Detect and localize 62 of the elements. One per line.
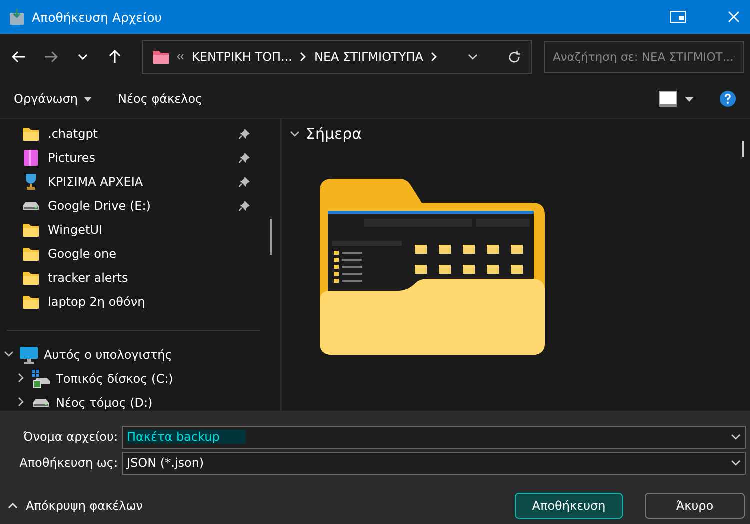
up-arrow-icon [109, 50, 121, 64]
window-mode-icon[interactable] [670, 11, 686, 23]
chevron-down-icon [78, 54, 88, 60]
sidebar-item[interactable]: .chatgpt [0, 122, 280, 146]
tree-item[interactable]: Νέος τόμος (D:) [0, 391, 280, 411]
breadcrumb[interactable]: ΚΕΝΤΡΙΚΗ ΤΟΠ... [192, 50, 292, 64]
back-arrow-icon [12, 51, 26, 63]
overflow-chevron-icon[interactable] [177, 54, 184, 60]
address-bar[interactable]: ΚΕΝΤΡΙΚΗ ΤΟΠ... ΝΕΑ ΣΤΙΓΜΙΟΤΥΠΑ [142, 40, 532, 74]
file-name-field[interactable]: Πακέτα backup [122, 426, 746, 448]
toolbar-button[interactable]: Νέος φάκελος [118, 92, 203, 106]
field-label: Όνομα αρχείου: [22, 430, 119, 444]
pictures-folder-icon [24, 150, 38, 166]
window-title: Αποθήκευση Αρχείου [32, 10, 164, 24]
dropdown-chevron-icon[interactable] [468, 54, 478, 60]
hide-folders-toggle[interactable]: Απόκρυψη φακέλων [8, 499, 143, 513]
system-drive-icon [32, 370, 50, 388]
folder-icon [23, 271, 39, 285]
refresh-icon[interactable] [508, 50, 521, 64]
expander-chevron-icon[interactable] [4, 349, 14, 359]
trophy-icon [24, 174, 38, 190]
drive-icon [33, 399, 49, 407]
sidebar-item[interactable]: tracker alerts [0, 266, 280, 290]
tree-item[interactable]: Τοπικός δίσκος (C:) [0, 367, 280, 391]
folder-icon [153, 50, 169, 64]
sidebar-item[interactable]: Pictures [0, 146, 280, 170]
forward-arrow-icon [44, 51, 58, 63]
dropdown-chevron-icon[interactable] [731, 434, 741, 440]
search-field[interactable]: Αναζήτηση σε: ΝΕΑ ΣΤΙΓΜΙΟΤ... [544, 41, 744, 73]
chevron-right-icon[interactable] [431, 52, 438, 62]
computer-icon [20, 346, 38, 364]
toolbar-button[interactable]: Οργάνωση [14, 92, 92, 106]
chevron-up-icon [8, 503, 18, 509]
dropdown-caret-icon[interactable] [685, 96, 694, 102]
view-icon[interactable] [659, 91, 677, 107]
sidebar-item[interactable]: laptop 2η οθόνη [0, 290, 280, 314]
sidebar-item[interactable]: ΚΡΙΣΙΜΑ ΑΡΧΕΙΑ [0, 170, 280, 194]
sidebar-item[interactable]: Google one [0, 242, 280, 266]
folder-thumbnail-drawing[interactable] [320, 179, 545, 355]
close-icon[interactable] [728, 11, 740, 23]
sidebar-item[interactable]: Google Drive (E:) [0, 194, 280, 218]
save-download-icon [10, 9, 24, 25]
drive-icon [23, 202, 39, 210]
save-button[interactable]: Αποθήκευση [515, 493, 623, 519]
caret-icon [84, 96, 92, 102]
tree-item[interactable]: Αυτός ο υπολογιστής [0, 343, 280, 367]
folder-icon [23, 247, 39, 261]
folder-icon [23, 223, 39, 237]
breadcrumb[interactable]: ΝΕΑ ΣΤΙΓΜΙΟΤΥΠΑ [314, 50, 424, 64]
collapse-chevron-icon[interactable] [290, 129, 300, 139]
expander-chevron-icon[interactable] [16, 397, 26, 407]
group-header[interactable]: Σήμερα [290, 125, 742, 143]
folder-icon [23, 127, 39, 141]
expander-chevron-icon[interactable] [16, 373, 26, 383]
sidebar-item[interactable]: WingetUI [0, 218, 280, 242]
field-label: Αποθήκευση ως: [18, 456, 119, 470]
chevron-right-icon[interactable] [300, 52, 306, 62]
cancel-button[interactable]: Άκυρο [645, 493, 745, 519]
folder-icon [23, 295, 39, 309]
dropdown-chevron-icon[interactable] [731, 460, 741, 466]
help-icon[interactable] [720, 91, 736, 107]
file-type-dropdown[interactable]: JSON (*.json) [122, 452, 746, 474]
